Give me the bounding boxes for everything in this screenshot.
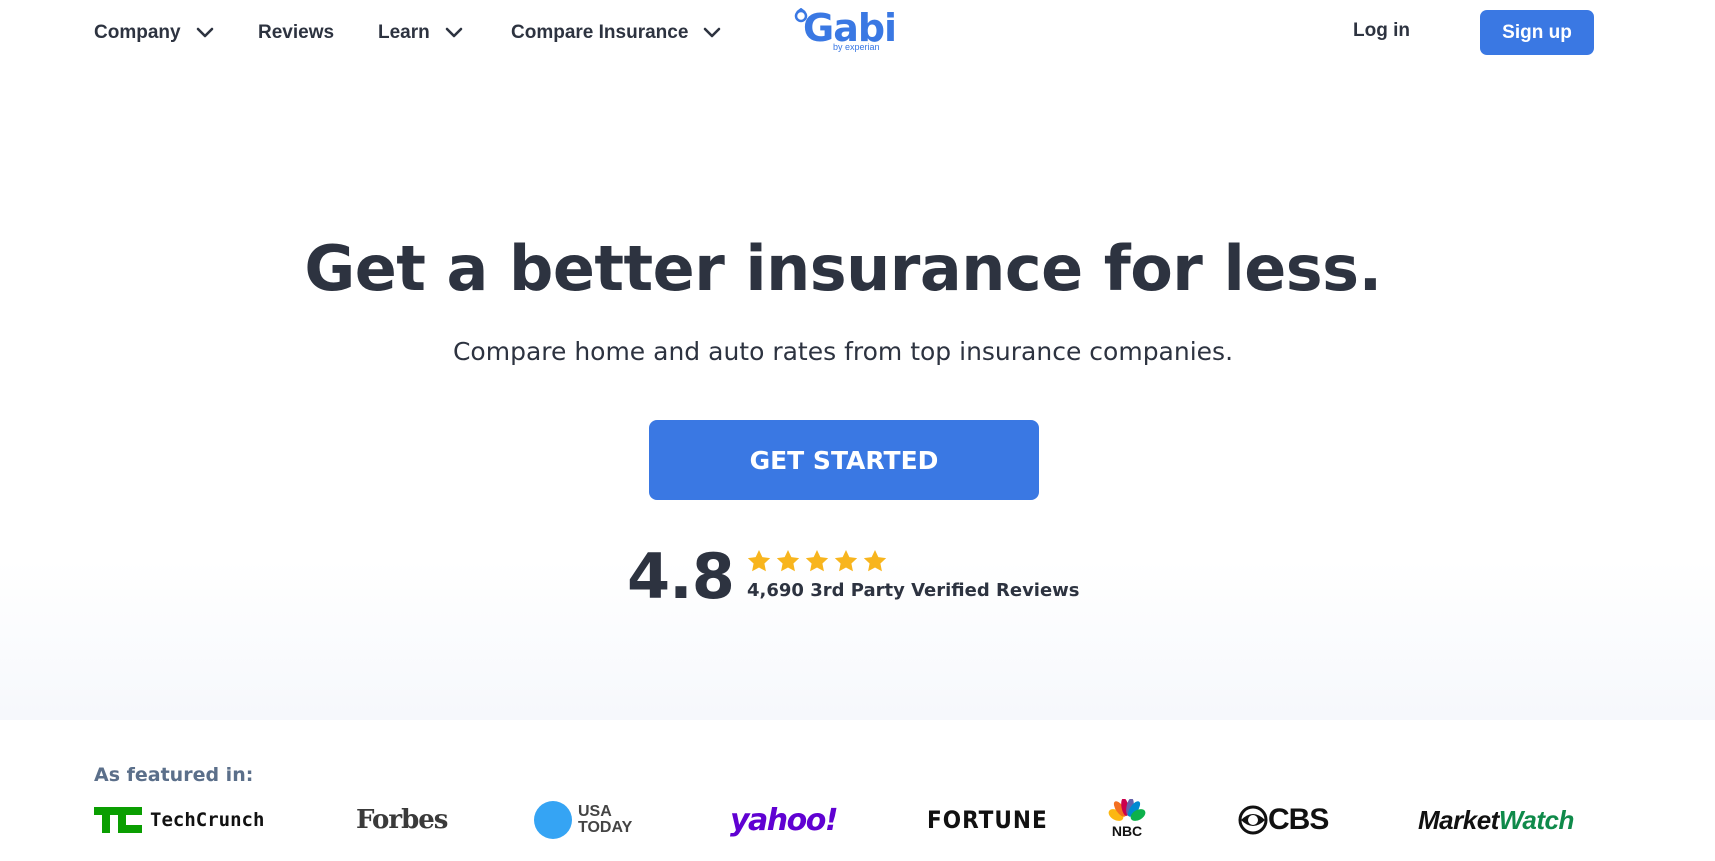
usa-today-circle-icon [534, 801, 572, 839]
star-icon [805, 549, 829, 572]
chevron-down-icon [704, 27, 721, 38]
star-icon [863, 549, 887, 572]
featured-label: As featured in: [94, 764, 254, 786]
logo-subtitle: by experian [833, 42, 880, 52]
techcrunch-wordmark: TechCrunch [150, 809, 265, 831]
cbs-wordmark: CBS [1268, 803, 1329, 836]
hero-headline: Get a better insurance for less. [304, 232, 1382, 305]
fortune-logo: FORTUNE [927, 800, 1048, 840]
nav-compare-insurance-label: Compare Insurance [511, 22, 689, 43]
hero-subhead: Compare home and auto rates from top ins… [452, 337, 1234, 366]
yahoo-wordmark: yahoo! [730, 802, 839, 838]
usa-today-line2: TODAY [578, 819, 633, 836]
star-icon [747, 549, 771, 572]
chevron-down-icon [445, 27, 463, 38]
techcrunch-logo: TechCrunch [94, 800, 264, 840]
marketwatch-logo: MarketWatch [1418, 800, 1574, 840]
marketwatch-part2: Watch [1498, 804, 1575, 835]
nav-learn[interactable]: Learn [378, 20, 464, 46]
usa-today-wordmark: USA TODAY [578, 804, 632, 836]
star-icon [776, 549, 800, 572]
usa-today-line1: USA [578, 803, 612, 820]
cbs-logo: CBS [1238, 800, 1329, 840]
reviews-count: 4,690 3rd Party Verified Reviews [747, 580, 1080, 601]
nav-reviews-label: Reviews [258, 22, 335, 43]
get-started-button[interactable]: GET STARTED [649, 420, 1039, 500]
nav-reviews[interactable]: Reviews [258, 20, 334, 46]
rating-score: 4.8 [627, 540, 735, 613]
yahoo-logo: yahoo! [730, 800, 839, 840]
forbes-logo: Forbes [356, 800, 448, 840]
marketwatch-wordmark: MarketWatch [1418, 805, 1574, 836]
usa-today-logo: USA TODAY [534, 800, 632, 840]
nav-compare-insurance[interactable]: Compare Insurance [511, 20, 722, 46]
login-link[interactable]: Log in [1353, 20, 1410, 42]
cbs-eye-icon [1238, 805, 1268, 835]
forbes-wordmark: Forbes [356, 805, 448, 835]
nbc-peacock-icon [1108, 799, 1146, 821]
fortune-wordmark: FORTUNE [927, 806, 1048, 834]
rating-stars [746, 548, 888, 574]
star-icon [834, 549, 858, 572]
gabi-logo[interactable]: Gabi by experian [793, 6, 897, 54]
techcrunch-icon [94, 807, 142, 833]
nbc-wordmark: NBC [1111, 823, 1143, 839]
signup-button[interactable]: Sign up [1480, 10, 1594, 55]
chevron-down-icon [196, 27, 213, 38]
nbc-logo: NBC [1107, 796, 1147, 842]
nav-company[interactable]: Company [94, 20, 215, 46]
top-nav: Company Reviews Learn Compare Insurance … [0, 0, 1715, 66]
nav-company-label: Company [94, 22, 181, 43]
nav-learn-label: Learn [378, 22, 430, 43]
marketwatch-part1: Market [1418, 804, 1499, 835]
